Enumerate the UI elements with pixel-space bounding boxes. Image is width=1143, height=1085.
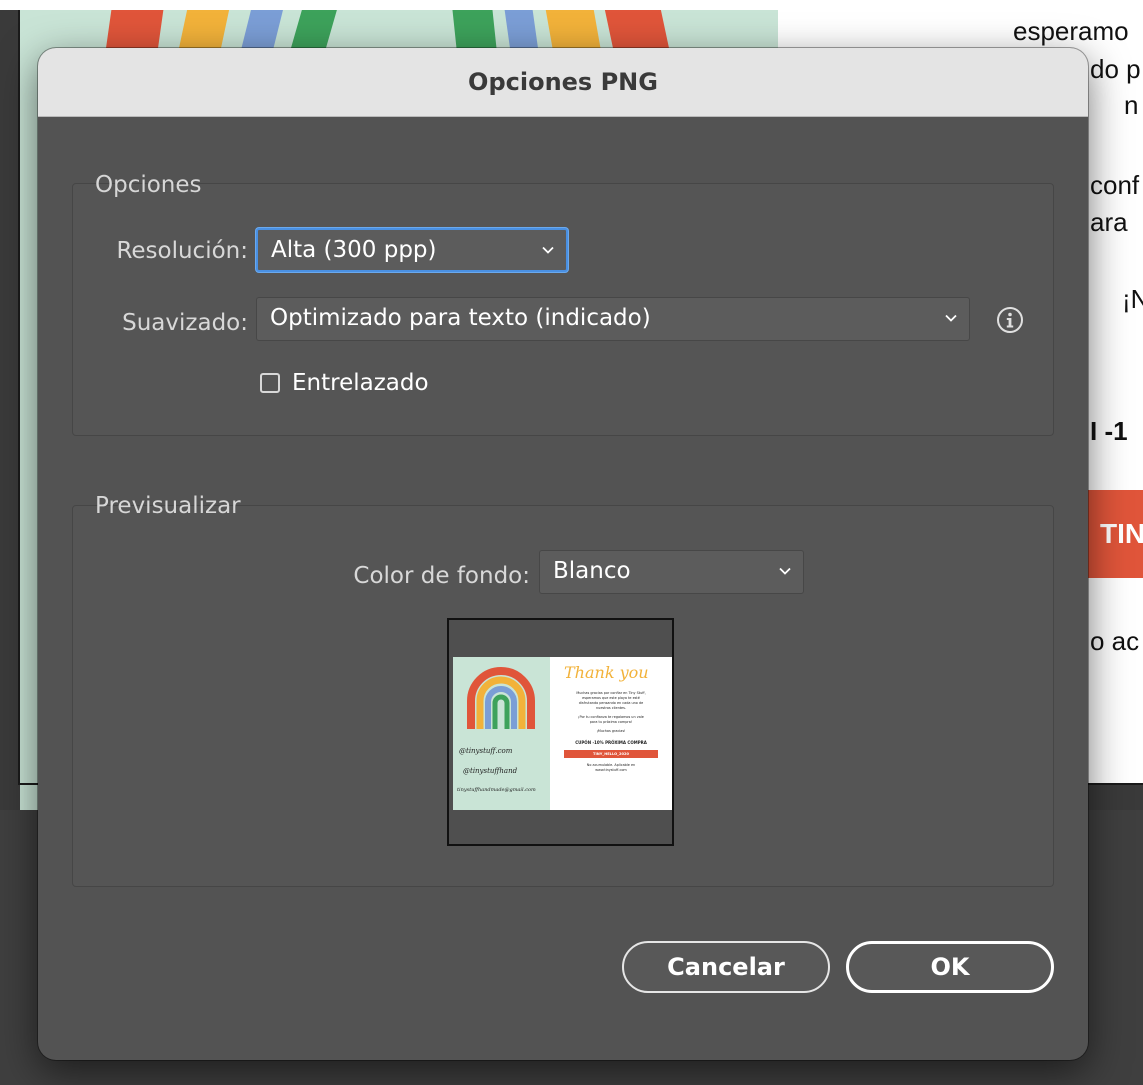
options-group-label: Opciones [95, 172, 202, 198]
interlaced-checkbox[interactable] [260, 373, 280, 393]
preview-thumbnail: @tinystuff.com @tinystuffhand tinystuffh… [453, 657, 672, 810]
bg-text-line-8: o ac [1090, 626, 1140, 656]
chevron-down-icon [945, 314, 957, 322]
rainbow-illustration [467, 667, 535, 729]
antialiasing-select[interactable]: Optimizado para texto (indicado) [256, 297, 970, 341]
canvas-top-strip [0, 0, 1143, 10]
preview-coupon-code-text: TINY_HELLO_2020 [593, 752, 629, 756]
resolution-select[interactable]: Alta (300 ppp) [256, 228, 568, 272]
preview-thumbnail-frame: @tinystuff.com @tinystuffhand tinystuffh… [447, 618, 674, 846]
background-color-select-value: Blanco [553, 558, 631, 584]
preview-left-line-3: tinystuffhandmade@gmail.com [457, 787, 536, 793]
preview-footer-line-2: www.tinystuff.com [595, 768, 627, 772]
interlaced-label[interactable]: Entrelazado [292, 370, 429, 396]
png-options-dialog: Opciones PNG Opciones Resolución: Alta (… [38, 48, 1088, 1060]
background-color-label: Color de fondo: [353, 563, 530, 589]
resolution-select-value: Alta (300 ppp) [271, 237, 437, 263]
preview-coupon-heading: CUPÓN -10% PRÓXIMA COMPRA [575, 740, 647, 745]
ok-button[interactable]: OK [846, 941, 1054, 993]
info-icon[interactable] [996, 306, 1024, 334]
chevron-down-icon [542, 246, 554, 254]
background-color-select[interactable]: Blanco [539, 550, 804, 594]
antialiasing-label: Suavizado: [122, 310, 248, 336]
dialog-title: Opciones PNG [38, 48, 1088, 117]
bg-text-line-1: esperamo [1013, 16, 1129, 46]
bg-text-line-6: ¡N [1122, 284, 1143, 314]
cancel-button[interactable]: Cancelar [622, 941, 830, 993]
preview-coupon-code: TINY_HELLO_2020 [564, 750, 658, 758]
bg-text-line-4: conf [1090, 170, 1140, 200]
antialiasing-select-value: Optimizado para texto (indicado) [270, 305, 651, 331]
preview-left-line-2: @tinystuffhand [463, 767, 518, 775]
preview-title: Thank you [564, 663, 649, 682]
resolution-label: Resolución: [116, 238, 248, 264]
preview-body: Muchas gracias por confiar en Tiny Stuff… [550, 691, 672, 773]
bg-coupon-button: TIN [1080, 490, 1143, 578]
preview-left-panel: @tinystuff.com @tinystuffhand tinystuffh… [453, 657, 550, 810]
preview-right-panel: Thank you Muchas gracias por confiar en … [550, 657, 672, 810]
preview-group-label: Previsualizar [95, 493, 241, 519]
artboard-border-left [18, 10, 20, 785]
chevron-down-icon [779, 567, 791, 575]
bg-text-line-7: I -1 [1090, 416, 1128, 446]
bg-text-line-5: ara [1090, 207, 1128, 237]
bg-coupon-button-label: TIN [1100, 518, 1143, 549]
bg-text-line-2: do p [1090, 54, 1141, 84]
bg-text-line-3: n [1124, 90, 1139, 120]
preview-left-line-1: @tinystuff.com [459, 747, 513, 755]
